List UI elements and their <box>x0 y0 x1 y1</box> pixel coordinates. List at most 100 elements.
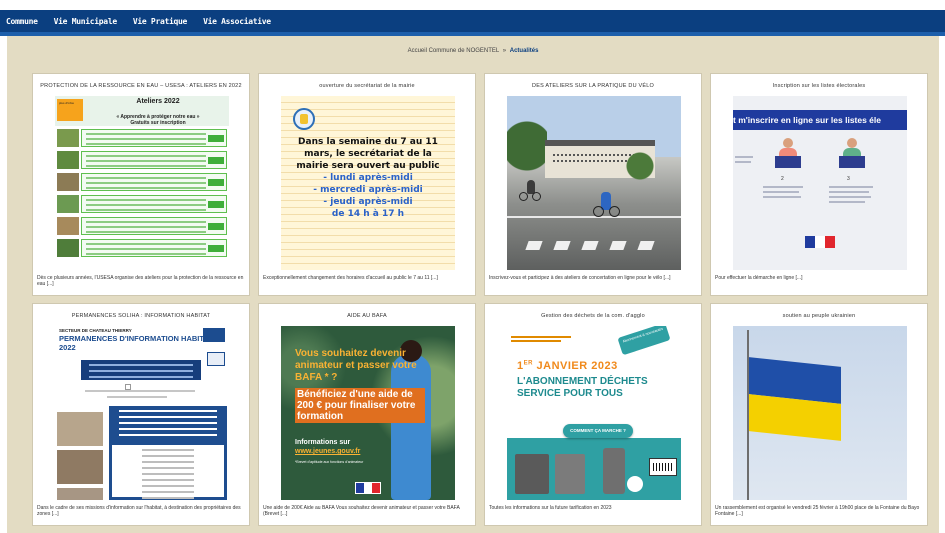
photo-crosswalk <box>581 241 599 250</box>
nav-item-commune[interactable]: Commune <box>6 17 38 26</box>
bike-wheel <box>609 206 620 217</box>
poster-band <box>81 173 227 191</box>
card-title[interactable]: AIDE AU BAFA <box>263 313 471 319</box>
card-title[interactable]: Inscription sur les listes électorales <box>715 83 923 89</box>
card-image-secretariat[interactable]: Dans la semaine du 7 au 11 mars, le secr… <box>281 96 455 270</box>
poster-date: 1ER JANVIER 2023 <box>517 360 677 372</box>
card-title[interactable]: soutien au peuple ukrainien <box>715 313 923 319</box>
poster-heading: Ateliers 2022 <box>136 98 180 105</box>
nav-item-vie-municipale[interactable]: Vie Municipale <box>54 17 118 26</box>
photo-crosswalk <box>553 241 571 250</box>
news-card-dechets[interactable]: Gestion des déchets de la com. d'agglo A… <box>484 303 702 526</box>
photo-crosswalk <box>637 241 655 250</box>
poster-row <box>55 238 229 258</box>
card-excerpt: Pour effectuer la démarche en ligne [...… <box>715 275 803 281</box>
card-excerpt: Dès ce plusieurs années, l'USESA organis… <box>37 275 244 287</box>
bafa-question: Vous souhaitez devenir animateur et pass… <box>295 348 417 383</box>
poster-side-note: plus d'infos <box>57 99 83 121</box>
card-image-ateliers-eau[interactable]: plus d'infos Ateliers 2022 « Apprendre à… <box>55 96 229 270</box>
photo-tree <box>625 151 655 181</box>
flyer-year: 2022 <box>59 343 76 352</box>
card-title[interactable]: PERMANENCES SOLIHA : INFORMATION HABITAT <box>37 313 245 319</box>
headline-line: SERVICE POUR TOUS <box>517 388 623 399</box>
poster-thumb <box>57 239 79 257</box>
bafa-info-label: Informations sur <box>295 439 351 446</box>
headline-line: L'ABONNEMENT DÉCHETS <box>517 376 648 387</box>
msg-line: - jeudi après-midi <box>323 197 413 207</box>
news-card-soliha[interactable]: PERMANENCES SOLIHA : INFORMATION HABITAT… <box>32 303 250 526</box>
poster-thumb <box>57 129 79 147</box>
date-sup: ER <box>523 360 533 367</box>
poster-subheading: « Apprendre à protéger notre eau » Gratui… <box>91 114 225 126</box>
poster-sub2: Gratuits sur inscription <box>130 120 186 126</box>
comment-ca-marche-pill: COMMENT ÇA MARCHE ? <box>563 424 633 438</box>
photo-crosswalk <box>609 241 627 250</box>
nav-item-vie-associative[interactable]: Vie Associative <box>203 17 271 26</box>
step-text <box>763 186 803 188</box>
poster-thumb <box>57 173 79 191</box>
step-text <box>829 191 869 193</box>
card-excerpt: Inscrivez-vous et participez à des ateli… <box>489 275 671 281</box>
msg-line: mairie sera ouvert au public <box>296 161 440 171</box>
trash-bin-icon <box>515 454 549 494</box>
card-excerpt: Un rassemblement est organisé le vendred… <box>715 505 920 517</box>
card-image-inscription[interactable]: t m'inscrire en ligne sur les listes éle… <box>733 96 907 270</box>
card-excerpt: Une aide de 200€ Aide au BAFA Vous souha… <box>263 505 460 517</box>
poster-row <box>55 128 229 148</box>
breadcrumb: Accueil Commune de NOGENTEL » Actualités <box>7 48 939 54</box>
card-image-cyclists-photo[interactable] <box>507 96 681 270</box>
date-main: 1 <box>517 360 524 372</box>
step-text <box>829 201 865 203</box>
step-number: 3 <box>847 176 850 182</box>
poster-band <box>81 151 227 169</box>
card-image-dechets-poster[interactable]: Abonnement & nouveautés 1ER JANVIER 2023… <box>507 326 681 500</box>
poster-row <box>55 150 229 170</box>
top-navigation: Commune Vie Municipale Vie Pratique Vie … <box>0 10 945 32</box>
bafa-info-link: www.jeunes.gouv.fr <box>295 448 361 455</box>
poster-band <box>81 239 227 257</box>
news-card-ukraine[interactable]: soutien au peuple ukrainien Un rassemble… <box>710 303 928 526</box>
person-at-laptop-icon <box>837 138 867 172</box>
news-card-protection-eau[interactable]: PROTECTION DE LA RESSOURCE EN EAU – USES… <box>32 73 250 296</box>
flyer-text-line <box>107 396 167 398</box>
breadcrumb-current: Actualités <box>509 48 539 54</box>
breadcrumb-home-link[interactable]: Accueil Commune de NOGENTEL <box>408 48 499 54</box>
french-flag-icon <box>805 236 835 248</box>
flyer-photo <box>57 450 103 484</box>
photo-crosswalk <box>525 241 543 250</box>
step-text <box>829 196 871 198</box>
opening-hours-message: Dans la semaine du 7 au 11 mars, le secr… <box>287 136 449 220</box>
card-title[interactable]: ouverture du secrétariat de la mairie <box>263 83 471 89</box>
card-image-soliha-flyer[interactable]: SECTEUR DE CHATEAU THIERRY PERMANENCES D… <box>55 326 229 500</box>
card-title[interactable]: Gestion des déchets de la com. d'agglo <box>489 313 697 319</box>
nav-item-vie-pratique[interactable]: Vie Pratique <box>133 17 188 26</box>
card-image-bafa-poster[interactable]: Vous souhaitez devenir animateur et pass… <box>281 326 455 500</box>
card-image-ukraine-flag[interactable] <box>733 326 907 500</box>
poster-headline: L'ABONNEMENT DÉCHETS SERVICE POUR TOUS <box>517 376 677 400</box>
person-at-laptop-icon <box>773 138 803 172</box>
photo-road-line <box>507 216 681 218</box>
poster-band <box>81 129 227 147</box>
partner-logo <box>207 352 225 366</box>
poster-row <box>55 172 229 192</box>
ukraine-flag-icon <box>749 357 841 441</box>
agglo-logo <box>627 476 643 492</box>
msg-line: de 14 h à 17 h <box>331 209 405 219</box>
breadcrumb-separator: » <box>502 48 507 54</box>
msg-line: Dans la semaine du 7 au 11 <box>298 137 438 147</box>
card-excerpt: Exceptionnellement changement des horair… <box>263 275 438 281</box>
photo-tree <box>507 118 547 188</box>
step-text <box>735 156 753 158</box>
date-rest: JANVIER 2023 <box>532 360 618 372</box>
bafa-info: Informations sur www.jeunes.gouv.fr <box>295 438 425 456</box>
news-card-listes-electorales[interactable]: Inscription sur les listes électorales t… <box>710 73 928 296</box>
poster-row <box>55 194 229 214</box>
card-title[interactable]: PROTECTION DE LA RESSOURCE EN EAU – USES… <box>37 83 245 89</box>
news-card-secretariat[interactable]: ouverture du secrétariat de la mairie Da… <box>258 73 476 296</box>
msg-line: - lundi après-midi <box>323 173 413 183</box>
step-text <box>829 186 873 188</box>
card-title[interactable]: DES ATELIERS SUR LA PRATIQUE DU VÉLO <box>489 83 697 89</box>
barcode-icon <box>649 458 677 476</box>
news-card-bafa[interactable]: AIDE AU BAFA Vous souhaitez devenir anim… <box>258 303 476 526</box>
news-card-velo[interactable]: DES ATELIERS SUR LA PRATIQUE DU VÉLO Ins… <box>484 73 702 296</box>
